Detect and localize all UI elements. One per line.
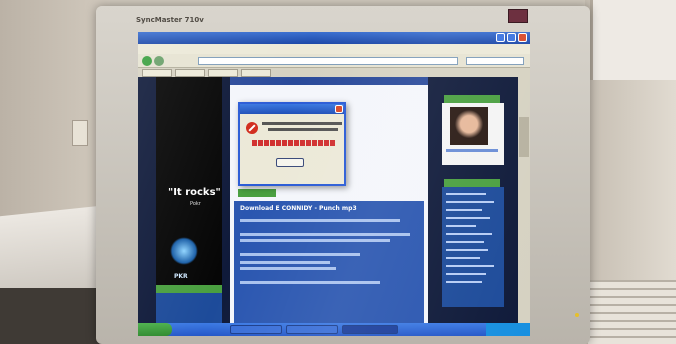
article-line — [240, 261, 330, 264]
list-item[interactable] — [446, 209, 482, 211]
photo-scene: SyncMaster 710v "It rocks" Pokr PKR Down… — [0, 0, 676, 344]
featured-photo[interactable] — [450, 107, 488, 145]
list-item[interactable] — [446, 273, 486, 275]
monitor-screen: "It rocks" Pokr PKR Download E CONNIDY -… — [138, 32, 530, 336]
article-line — [240, 233, 410, 236]
tab[interactable] — [241, 69, 271, 77]
list-item[interactable] — [446, 193, 486, 195]
dialog-message-line — [268, 128, 338, 131]
article-line — [240, 239, 390, 242]
tab[interactable] — [175, 69, 205, 77]
ad-logo-text: PKR — [174, 273, 188, 280]
browser-toolbar — [138, 54, 530, 68]
list-item[interactable] — [446, 201, 494, 203]
dialog-title — [240, 104, 344, 114]
web-page: "It rocks" Pokr PKR Download E CONNIDY -… — [138, 77, 530, 323]
list-item[interactable] — [446, 281, 482, 283]
photo-caption — [446, 149, 498, 152]
article-line — [240, 253, 360, 256]
taskbar-item[interactable] — [286, 325, 338, 334]
monitor-brand: SyncMaster 710v — [136, 16, 204, 24]
list-item[interactable] — [446, 241, 484, 243]
minimize-button[interactable] — [496, 33, 505, 42]
list-item[interactable] — [446, 217, 490, 219]
menu-bar — [138, 44, 530, 54]
dialog-progress-bar — [252, 140, 336, 146]
article-line — [240, 281, 380, 284]
list-item[interactable] — [446, 233, 492, 235]
taskbar-item[interactable] — [230, 325, 282, 334]
main-header-strip — [230, 77, 428, 85]
scroll-thumb[interactable] — [519, 117, 529, 157]
close-button[interactable] — [518, 33, 527, 42]
wall-outlet — [72, 120, 88, 146]
scrollbar[interactable] — [518, 77, 530, 323]
browser-titlebar — [138, 32, 530, 44]
back-icon[interactable] — [142, 56, 152, 66]
tab[interactable] — [142, 69, 172, 77]
list-item[interactable] — [446, 265, 494, 267]
maximize-button[interactable] — [507, 33, 516, 42]
ad-logo-icon — [170, 237, 198, 265]
tab-bar — [138, 68, 530, 77]
left-box-header — [156, 285, 222, 293]
article-line — [240, 219, 400, 222]
system-tray — [486, 323, 530, 336]
list-item[interactable] — [446, 249, 488, 251]
ad-tagline: Pokr — [190, 201, 201, 207]
tab[interactable] — [208, 69, 238, 77]
address-bar[interactable] — [198, 57, 458, 65]
download-section-tab[interactable] — [238, 189, 276, 197]
power-led — [575, 313, 579, 317]
warning-icon — [246, 122, 258, 134]
taskbar-item-active[interactable] — [342, 325, 398, 334]
right-list-header — [444, 179, 500, 187]
article-title: Download E CONNIDY - Punch mp3 — [240, 205, 357, 212]
window-controls — [496, 33, 527, 42]
list-item[interactable] — [446, 225, 476, 227]
article-line — [240, 267, 336, 270]
dialog-close-button[interactable] — [335, 105, 343, 113]
window — [590, 0, 676, 80]
dialog-message-line — [262, 122, 342, 125]
sticker — [508, 9, 528, 23]
ad-headline: "It rocks" — [168, 187, 221, 198]
taskbar — [138, 323, 530, 336]
right-link-list — [442, 187, 504, 307]
congratulations-dialog — [238, 102, 346, 186]
start-icon[interactable] — [138, 323, 172, 336]
right-box-header — [444, 95, 500, 103]
radiator — [588, 280, 676, 344]
list-item[interactable] — [446, 257, 480, 259]
forward-icon[interactable] — [154, 56, 164, 66]
dialog-ok-button[interactable] — [276, 158, 304, 167]
search-input[interactable] — [466, 57, 524, 65]
